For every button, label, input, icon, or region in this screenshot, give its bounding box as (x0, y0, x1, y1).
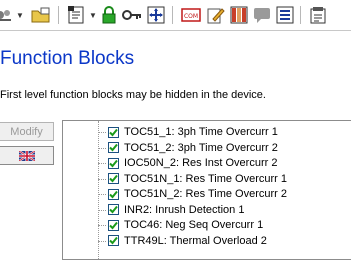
list-item[interactable]: TOC51_2: 3ph Time Overcurr 2 (98, 140, 278, 156)
function-block-label: TTR49L: Thermal Overload 2 (124, 234, 267, 247)
checkmark-icon (109, 236, 118, 245)
properties-icon[interactable] (308, 5, 328, 25)
function-block-checkbox[interactable] (108, 188, 119, 200)
folder-icon[interactable] (30, 5, 52, 25)
com-icon[interactable]: COM (180, 5, 202, 25)
columns-icon[interactable] (229, 5, 249, 25)
network-icon[interactable] (0, 5, 16, 25)
modify-button[interactable]: Modify (0, 122, 54, 141)
tree-connector (98, 194, 106, 195)
checkmark-icon (109, 128, 118, 136)
function-block-label: TOC51N_1: Res Time Overcurr 1 (124, 172, 288, 185)
list-item[interactable]: TOC51_1: 3ph Time Overcurr 1 (98, 124, 278, 140)
com-icon-label: COM (184, 13, 198, 20)
list-item[interactable]: IOC50N_2: Res Inst Overcurr 2 (98, 155, 278, 171)
function-block-label: IOC50N_2: Res Inst Overcurr 2 (124, 157, 278, 169)
function-block-checkbox[interactable] (108, 157, 119, 169)
function-block-label: TOC51_1: 3ph Time Overcurr 1 (124, 126, 278, 138)
tree-connector (98, 147, 106, 149)
checkmark-icon (109, 159, 118, 167)
tree-connector (98, 225, 106, 226)
page-title: Function Blocks (0, 48, 135, 69)
list-item[interactable]: TOC51N_2: Res Time Overcurr 2 (98, 186, 288, 202)
function-block-label: TOC46: Neg Seq Overcurr 1 (124, 219, 264, 231)
checkmark-icon (109, 205, 118, 214)
checkmark-icon (109, 190, 118, 198)
function-block-checkbox[interactable] (108, 235, 119, 246)
comment-icon[interactable] (252, 5, 272, 25)
chevron-down-icon[interactable]: ▼ (89, 5, 97, 25)
page-description: First level function blocks may be hidde… (0, 89, 266, 101)
function-block-checkbox[interactable] (108, 219, 119, 231)
toolbar-separator (300, 6, 302, 24)
function-block-checkbox[interactable] (108, 204, 119, 215)
list-item[interactable]: INR2: Inrush Detection 1 (98, 202, 245, 218)
function-block-label: TOC51N_2: Res Time Overcurr 2 (124, 188, 288, 200)
tree-connector (98, 163, 106, 164)
tree-connector (98, 240, 106, 242)
language-button[interactable] (0, 146, 54, 165)
tree-connector (98, 132, 106, 133)
toolbar-separator (172, 6, 174, 24)
checkmark-icon (109, 174, 118, 183)
list-item[interactable]: TTR49L: Thermal Overload 2 (98, 233, 267, 249)
key-icon[interactable] (121, 5, 143, 25)
tree-connector (98, 178, 106, 180)
function-block-label: TOC51_2: 3ph Time Overcurr 2 (124, 141, 278, 154)
list-item[interactable]: TOC46: Neg Seq Overcurr 1 (98, 217, 264, 233)
document-view-icon[interactable] (66, 5, 88, 25)
list-icon[interactable] (275, 5, 295, 25)
toolbar: ▼ ▼ COM (0, 0, 351, 31)
checkmark-icon (109, 221, 118, 229)
function-block-checkbox[interactable] (108, 126, 119, 138)
tree-line (98, 121, 99, 259)
toolbar-separator (58, 6, 60, 24)
function-block-checkbox[interactable] (108, 173, 119, 184)
edit-icon[interactable] (206, 5, 226, 25)
list-item[interactable]: TOC51N_1: Res Time Overcurr 1 (98, 171, 288, 187)
function-block-checkbox[interactable] (108, 142, 119, 153)
uk-flag-icon (18, 150, 35, 161)
function-block-label: INR2: Inrush Detection 1 (124, 203, 245, 216)
tree-connector (98, 209, 106, 211)
zoom-fit-icon[interactable] (146, 5, 166, 25)
checkmark-icon (109, 143, 118, 152)
chevron-down-icon[interactable]: ▼ (16, 5, 24, 25)
lock-icon[interactable] (100, 5, 118, 25)
function-block-list[interactable]: TOC51_1: 3ph Time Overcurr 1 TOC51_2: 3ph… (62, 120, 351, 260)
